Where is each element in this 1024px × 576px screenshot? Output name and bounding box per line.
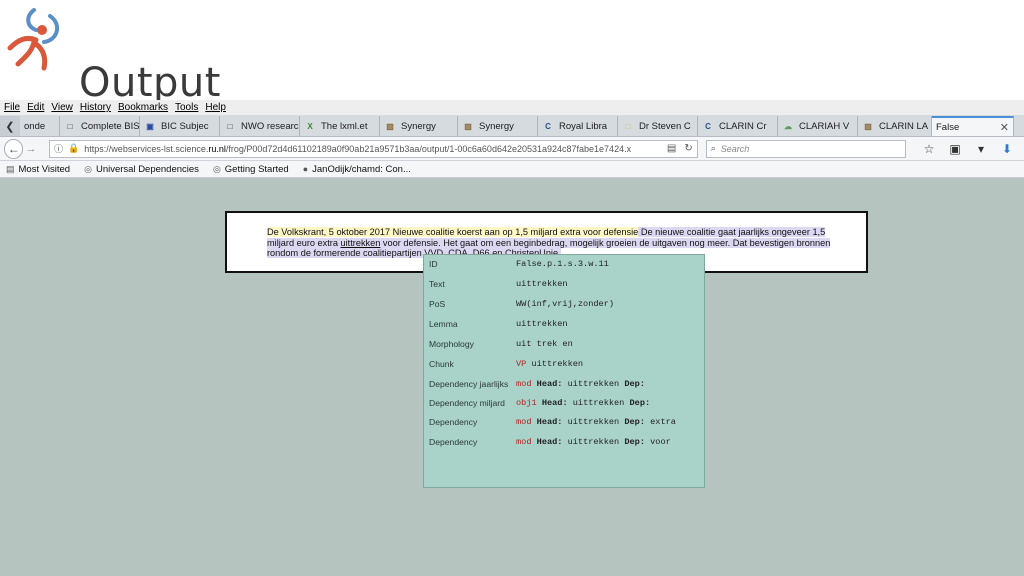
- tab-active[interactable]: False ✕: [932, 116, 1014, 136]
- target-word[interactable]: uittrekken: [341, 238, 381, 248]
- globe-icon: ◎: [212, 163, 221, 174]
- cloud-icon: ☁: [784, 121, 792, 131]
- tab[interactable]: ▨ CLARIN LA: [858, 116, 932, 136]
- url-text: https://webservices-lst.science.ru.nl/fr…: [84, 143, 632, 154]
- tab[interactable]: □ NWO research: [220, 116, 300, 136]
- tooltip-row-text: Text uittrekken: [429, 279, 568, 289]
- github-icon: ●: [302, 164, 309, 174]
- tab[interactable]: C Royal Libra: [538, 116, 618, 136]
- synergy-icon: ▨: [386, 121, 394, 131]
- tab[interactable]: ▨ Synergy: [458, 116, 538, 136]
- menu-view[interactable]: View: [51, 102, 73, 113]
- forward-arrow-icon[interactable]: →: [25, 143, 39, 155]
- tab[interactable]: □ Complete BISA: [60, 116, 140, 136]
- bookmark-icon: ▤: [6, 163, 15, 174]
- tab-label: CLARIN Cr: [719, 120, 767, 132]
- reader-view-icon[interactable]: ▤: [667, 143, 676, 154]
- menu-bar: File Edit View History Bookmarks Tools H…: [0, 100, 1024, 115]
- tab[interactable]: ▣ BIC Subjec: [140, 116, 220, 136]
- back-arrow-icon[interactable]: ←: [4, 138, 24, 159]
- tooltip-row-dependency: Dependency mod Head: uittrekken Dep: voor: [429, 437, 671, 447]
- tab-label: The lxml.et: [321, 120, 368, 132]
- sentence-heading[interactable]: De Volkskrant, 5 oktober 2017: [267, 227, 391, 237]
- tab-label: BIC Subjec: [161, 120, 209, 132]
- menu-bookmarks[interactable]: Bookmarks: [118, 102, 168, 113]
- page-icon: □: [625, 121, 631, 131]
- logo-icon: [7, 8, 60, 71]
- tab[interactable]: X The lxml.et: [300, 116, 380, 136]
- tooltip-row-dependency: Dependency jaarlijks mod Head: uittrekken…: [429, 379, 645, 389]
- info-icon[interactable]: ⓘ: [54, 142, 63, 155]
- tab-label: Royal Libra: [559, 120, 608, 132]
- tab-label: CLARIN LA: [879, 120, 929, 132]
- tooltip-row-chunk: Chunk VP uittrekken: [429, 359, 584, 369]
- bic-icon: ▣: [146, 121, 154, 131]
- synergy-icon: ▨: [464, 121, 472, 131]
- tab-label: Dr Steven C: [639, 120, 691, 132]
- sentence-title[interactable]: Nieuwe coalitie koerst aan op 1,5 miljar…: [390, 227, 639, 237]
- tab[interactable]: □ Dr Steven C: [618, 116, 698, 136]
- tab-label: False: [936, 121, 960, 133]
- tab-label: CLARIAH V: [799, 120, 850, 132]
- tab[interactable]: onde: [20, 116, 60, 136]
- reload-icon[interactable]: ↻: [684, 143, 692, 154]
- tab-label: Complete BISA: [81, 120, 140, 132]
- browser-window: File Edit View History Bookmarks Tools H…: [0, 100, 1024, 576]
- tooltip-row-id: ID False.p.1.s.3.w.11: [429, 259, 609, 269]
- tab[interactable]: C CLARIN Cr: [698, 116, 778, 136]
- download-icon[interactable]: ⬇: [994, 142, 1020, 156]
- tooltip-row-pos: PoS WW(inf,vrij,zonder): [429, 299, 614, 309]
- c-icon: C: [705, 121, 711, 131]
- menu-tools[interactable]: Tools: [175, 102, 198, 113]
- bookmark-universal-dependencies[interactable]: ◎ Universal Dependencies: [84, 164, 199, 175]
- tab[interactable]: ▨ Synergy: [380, 116, 458, 136]
- menu-help[interactable]: Help: [205, 102, 226, 113]
- page-icon: □: [227, 121, 233, 131]
- globe-icon: ◎: [84, 163, 92, 174]
- tab-label: Synergy: [479, 120, 514, 132]
- tab-label: onde: [24, 120, 46, 132]
- lock-icon: 🔒: [68, 143, 80, 153]
- bookmark-most-visited[interactable]: ▤ Most Visited: [6, 164, 70, 175]
- tooltip-row-lemma: Lemma uittrekken: [429, 319, 568, 329]
- tab-bar: ❮ onde □ Complete BISA ▣ BIC Subjec □ NWO r…: [0, 115, 1024, 137]
- search-input[interactable]: ⌕ Search: [705, 139, 906, 158]
- bookmarks-bar: ▤ Most Visited ◎ Universal Dependencies ◎ G…: [0, 161, 1024, 178]
- c-icon: C: [545, 121, 551, 131]
- tooltip-row-morphology: Morphology uit trek en: [429, 339, 573, 349]
- pocket-icon[interactable]: ▾: [968, 142, 994, 156]
- menu-edit[interactable]: Edit: [27, 102, 44, 113]
- close-icon[interactable]: ✕: [1000, 121, 1009, 134]
- tooltip-row-dependency: Dependency miljard obj1 Head: uittrekken …: [429, 398, 651, 408]
- clipboard-icon[interactable]: ▣: [942, 142, 968, 156]
- menu-file[interactable]: File: [4, 102, 20, 113]
- tooltip-row-dependency: Dependency mod Head: uittrekken Dep: extr…: [429, 417, 676, 427]
- nav-bar: ← → ⓘ 🔒 https://webservices-lst.science.…: [0, 137, 1024, 161]
- tab-scroll-left-icon[interactable]: ❮: [0, 116, 20, 136]
- url-bar[interactable]: ⓘ 🔒 https://webservices-lst.science.ru.n…: [49, 139, 698, 158]
- menu-history[interactable]: History: [80, 102, 111, 113]
- search-icon: ⌕: [710, 143, 716, 153]
- synergy-icon: ▨: [864, 121, 872, 131]
- tab[interactable]: ☁ CLARIAH V: [778, 116, 858, 136]
- star-icon[interactable]: ☆: [916, 142, 942, 156]
- tab-label: NWO research: [241, 120, 300, 132]
- bookmark-getting-started[interactable]: ◎ Getting Started: [213, 164, 289, 175]
- tab-label: Synergy: [401, 120, 436, 132]
- lx-icon: X: [307, 121, 313, 131]
- token-info-tooltip: ID False.p.1.s.3.w.11 Text uittrekken PoS W…: [423, 254, 705, 488]
- bookmark-janodijk[interactable]: ● JanOdijk/chamd: Con...: [303, 164, 411, 175]
- page-icon: □: [67, 121, 73, 131]
